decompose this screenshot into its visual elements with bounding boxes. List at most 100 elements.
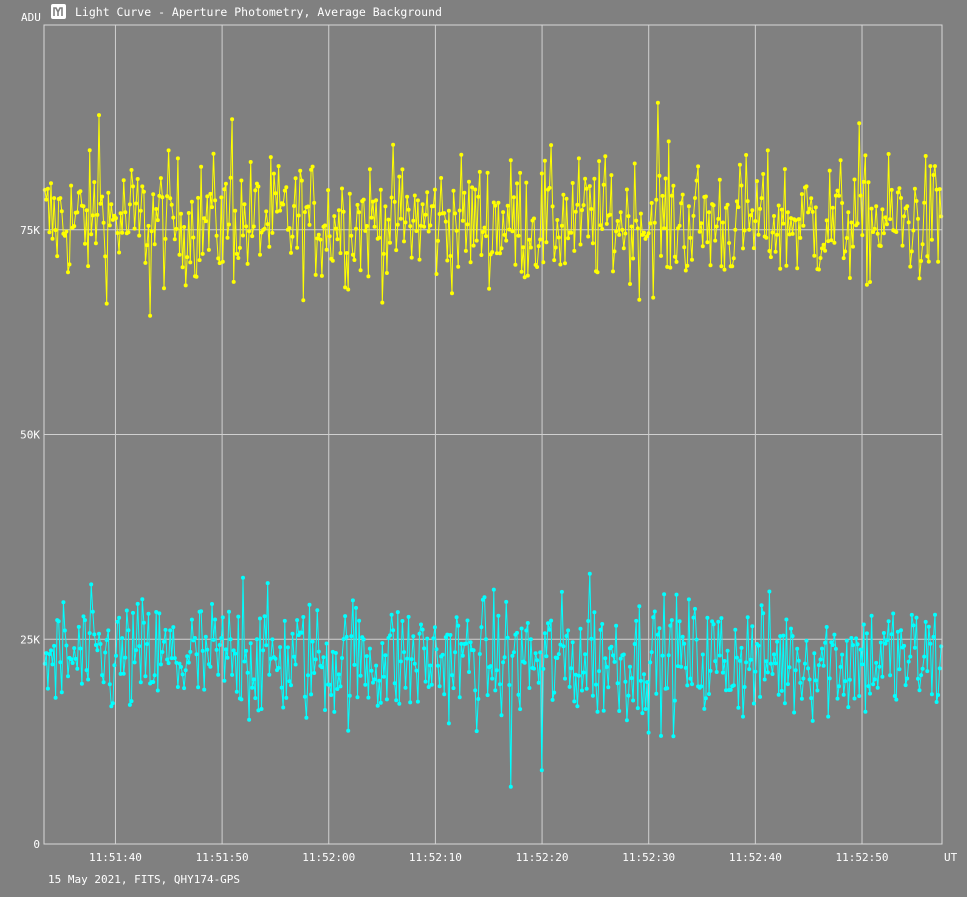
data-point [219, 195, 224, 200]
data-point [292, 654, 296, 659]
data-point [484, 234, 488, 239]
data-point [132, 226, 137, 231]
data-point [600, 227, 605, 231]
data-point [338, 251, 343, 256]
data-point [336, 208, 341, 213]
data-point [148, 313, 153, 318]
data-point [795, 646, 800, 651]
data-point [775, 232, 780, 237]
data-point [335, 237, 340, 242]
data-point [367, 646, 372, 651]
data-point [120, 636, 125, 641]
data-point [403, 220, 408, 225]
data-point [302, 210, 307, 215]
data-point [849, 636, 854, 640]
data-point [205, 647, 210, 652]
data-point [163, 627, 168, 632]
data-point [501, 210, 506, 215]
data-point [152, 673, 157, 678]
data-point [770, 230, 775, 235]
data-point [751, 701, 756, 706]
data-point [278, 645, 283, 650]
data-point [103, 650, 108, 655]
data-point [703, 696, 708, 701]
data-point [258, 252, 262, 257]
data-point [895, 190, 900, 195]
data-point [570, 640, 575, 645]
data-point [823, 248, 828, 253]
data-point [381, 674, 386, 679]
data-point [515, 630, 519, 635]
data-point [855, 642, 860, 647]
data-point [391, 142, 396, 147]
data-point [179, 664, 183, 669]
data-point [756, 643, 761, 648]
data-point [451, 686, 456, 691]
data-point [759, 603, 764, 608]
data-point [587, 184, 592, 189]
data-point [624, 187, 629, 192]
data-point [436, 663, 440, 668]
data-point [504, 599, 509, 604]
data-point [304, 715, 309, 720]
data-point [295, 245, 300, 250]
data-point [265, 581, 270, 586]
data-point [866, 684, 871, 689]
data-point [465, 222, 470, 227]
data-point [293, 662, 298, 667]
data-point [773, 661, 778, 666]
data-point [230, 672, 235, 677]
data-point [141, 620, 146, 625]
data-point [72, 224, 77, 229]
data-point [857, 694, 862, 698]
data-point [722, 659, 727, 663]
data-point [922, 654, 927, 659]
data-point [431, 204, 436, 209]
data-point [677, 223, 682, 228]
data-point [349, 634, 354, 639]
data-point [200, 648, 205, 653]
data-point [450, 291, 454, 296]
data-point [533, 651, 538, 656]
data-point [775, 639, 780, 644]
data-point [344, 634, 349, 639]
y-tick-label: 0 [33, 838, 40, 851]
data-point [442, 211, 447, 216]
data-point [764, 659, 769, 664]
data-point [555, 656, 560, 660]
data-point [59, 209, 64, 214]
data-point [52, 196, 57, 201]
data-point [829, 238, 834, 243]
data-point [53, 695, 58, 700]
data-point [674, 259, 679, 264]
data-point [258, 616, 262, 621]
data-point [516, 692, 521, 697]
data-point [544, 654, 549, 659]
data-point [123, 210, 128, 215]
data-point [573, 209, 578, 214]
data-point [428, 663, 433, 668]
data-point [659, 733, 663, 738]
x-tick-label: 11:52:50 [836, 851, 889, 864]
data-point [939, 214, 944, 219]
data-point [332, 214, 337, 219]
data-point [259, 707, 264, 711]
x-tick-labels: 11:51:40 11:51:50 11:52:00 11:52:10 11:52:20… [89, 851, 889, 864]
data-point [160, 650, 165, 654]
data-point [693, 606, 697, 611]
data-point [796, 217, 801, 222]
data-point [601, 708, 606, 713]
data-point [654, 197, 659, 202]
data-point [515, 181, 519, 186]
data-point [576, 673, 581, 678]
data-point [894, 230, 899, 234]
data-point [480, 230, 485, 234]
data-point [327, 682, 332, 687]
data-point [47, 230, 52, 235]
data-point [84, 208, 89, 213]
data-point [711, 203, 716, 208]
data-point [527, 686, 532, 690]
data-point [798, 235, 803, 240]
data-point [909, 612, 914, 617]
data-point [50, 236, 55, 241]
